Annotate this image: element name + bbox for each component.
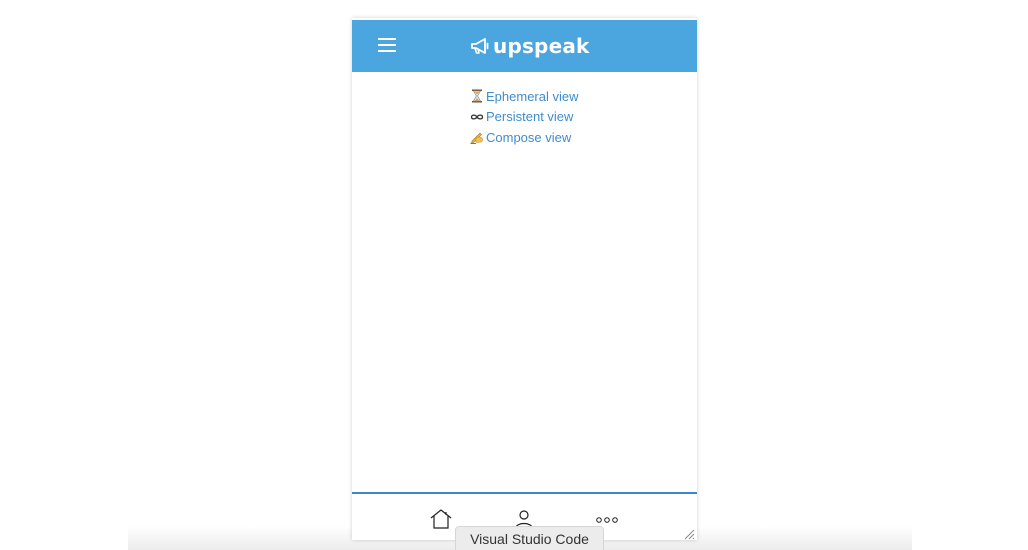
home-icon (430, 509, 452, 529)
writing-hand-icon (470, 132, 483, 145)
compose-view-link[interactable]: Compose view (470, 127, 579, 148)
infinity-icon (470, 114, 484, 120)
app-name-tooltip: Visual Studio Code (455, 526, 604, 550)
app-header: upspeak (352, 20, 697, 72)
home-nav-button[interactable] (428, 508, 454, 530)
persistent-view-label: Persistent view (486, 109, 574, 125)
resize-grip-icon[interactable] (683, 528, 695, 540)
ephemeral-view-link[interactable]: Ephemeral view (470, 86, 579, 107)
hamburger-menu-icon[interactable] (378, 37, 396, 53)
hourglass-icon (472, 89, 482, 103)
compose-view-label: Compose view (486, 129, 572, 145)
megaphone-icon (471, 38, 489, 54)
brand-name: upspeak (493, 34, 590, 58)
persistent-view-link[interactable]: Persistent view (470, 107, 579, 128)
ephemeral-view-label: Ephemeral view (486, 88, 579, 104)
view-links-list: Ephemeral view Persistent view Compose v… (470, 86, 579, 148)
brand-logo[interactable]: upspeak (470, 31, 590, 61)
screen: upspeak Ephemeral view Persistent view C… (0, 0, 1028, 550)
app-window: upspeak Ephemeral view Persistent view C… (352, 18, 697, 540)
